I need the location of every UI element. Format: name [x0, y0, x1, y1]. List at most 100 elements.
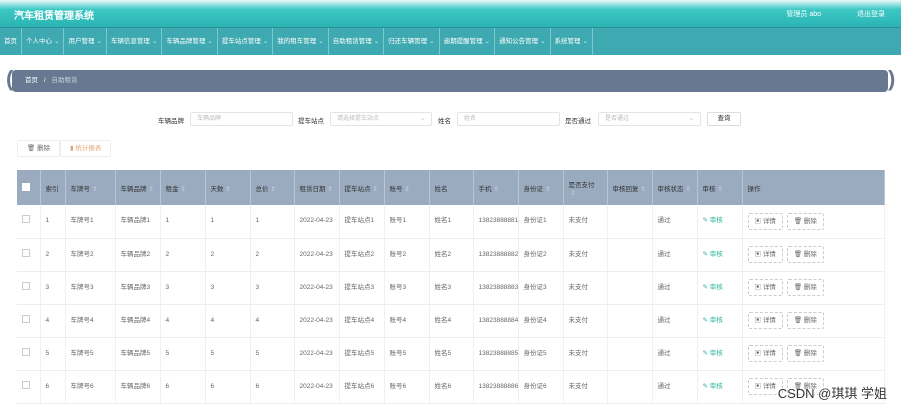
- select-all-checkbox[interactable]: [22, 182, 30, 191]
- logout-link[interactable]: 退出登录: [857, 9, 885, 19]
- row-checkbox[interactable]: [22, 380, 30, 389]
- trash-icon: 🗑: [793, 251, 803, 258]
- sort-icon[interactable]: ⇕: [718, 186, 723, 193]
- document-icon: ▣: [754, 317, 762, 324]
- nav-item[interactable]: 提车站点管理 ⌄: [218, 28, 274, 55]
- audit-link[interactable]: ✎ 审核: [703, 284, 723, 291]
- audit-link[interactable]: ✎ 审核: [703, 383, 723, 390]
- delete-button[interactable]: 🗑 删除: [786, 312, 824, 329]
- column-header[interactable]: 审核状态 ⇕: [652, 170, 698, 205]
- sort-icon[interactable]: ⇕: [226, 186, 231, 193]
- column-header[interactable]: 车牌号 ⇕: [65, 170, 116, 205]
- column-header[interactable]: 身份证 ⇕: [518, 170, 564, 205]
- nav-item[interactable]: 逾期提醒管理 ⌄: [440, 28, 496, 55]
- table-cell: 车牌号5: [65, 337, 116, 371]
- edit-icon: ✎: [702, 382, 708, 390]
- table-cell: 身份证2: [518, 238, 564, 272]
- detail-button[interactable]: ▣ 详情: [747, 246, 783, 263]
- delete-button[interactable]: 🗑 删除: [786, 246, 824, 263]
- main-nav: 首页 个人中心 ⌄ 用户管理 ⌄ 车辆信息管理 ⌄ 车辆品牌管理 ⌄ 提车站点管理 ⌄ 我的租车管理 ⌄…: [0, 27, 901, 55]
- sort-icon[interactable]: ⇕: [405, 186, 410, 193]
- name-input[interactable]: 姓名: [457, 112, 560, 126]
- sort-icon[interactable]: ⇕: [149, 186, 154, 193]
- audit-link[interactable]: ✎ 审核: [703, 350, 723, 357]
- delete-button[interactable]: 🗑 删除: [786, 212, 824, 230]
- station-select[interactable]: 请选择提车站点 ⌄: [330, 112, 432, 126]
- pass-select[interactable]: 是否通过 ⌄: [598, 112, 701, 126]
- column-header[interactable]: 账号 ⇕: [384, 170, 430, 205]
- sort-icon[interactable]: ⇕: [181, 186, 186, 193]
- nav-item[interactable]: 自助租赁管理 ⌄: [329, 28, 385, 55]
- detail-button[interactable]: ▣ 详情: [747, 312, 783, 329]
- column-header[interactable]: 提车站点 ⇕: [339, 170, 385, 205]
- brand-input[interactable]: 车辆品牌: [190, 112, 293, 126]
- nav-item[interactable]: 个人中心 ⌄: [22, 28, 65, 55]
- breadcrumb-current: 自助租赁: [51, 77, 78, 84]
- chevron-down-icon: ⌄: [54, 38, 60, 45]
- nav-item[interactable]: 归还车辆管理 ⌄: [384, 28, 440, 55]
- sort-icon[interactable]: ⇕: [373, 186, 378, 193]
- audit-link[interactable]: ✎ 审核: [703, 251, 723, 258]
- column-header[interactable]: 车辆品牌 ⇕: [115, 170, 161, 205]
- table-row: 4 车牌号4 车辆品牌4 4 4 4 2022-04-23 提车站点4 账号4 姓名4 138238…: [17, 304, 885, 338]
- nav-label: 提车站点管理: [221, 38, 261, 45]
- column-header[interactable]: 审核回复 ⇕: [607, 170, 653, 205]
- table-row: 1 车牌号1 车辆品牌1 1 1 1 2022-04-23 提车站点1 账号1 姓名1 138238…: [17, 205, 885, 239]
- nav-item[interactable]: 通知公告管理 ⌄: [495, 28, 551, 55]
- sort-icon[interactable]: ⇕: [571, 190, 576, 197]
- station-label: 提车站点: [298, 118, 324, 125]
- table-cell: 通过: [652, 370, 698, 404]
- column-header[interactable]: 租金 ⇕: [160, 170, 206, 205]
- column-header[interactable]: 手机 ⇕: [473, 170, 519, 205]
- row-checkbox[interactable]: [22, 314, 30, 323]
- column-header[interactable]: 审核 ⇕: [697, 170, 743, 205]
- table-cell: [607, 337, 653, 371]
- audit-link[interactable]: ✎ 审核: [703, 217, 723, 224]
- table-cell: 5: [250, 337, 295, 371]
- sort-icon[interactable]: ⇕: [328, 186, 333, 193]
- delete-button[interactable]: 🗑 删除: [786, 345, 824, 362]
- nav-item[interactable]: 用户管理 ⌄: [64, 28, 107, 55]
- nav-item[interactable]: 首页: [0, 28, 22, 55]
- sort-icon[interactable]: ⇕: [92, 186, 97, 193]
- audit-cell: ✎ 审核: [697, 370, 743, 404]
- nav-item[interactable]: 车辆品牌管理 ⌄: [162, 28, 218, 55]
- detail-label: 详情: [762, 217, 776, 225]
- detail-button[interactable]: ▣ 详情: [747, 212, 783, 230]
- select-all-header: [17, 170, 41, 205]
- app-title: 汽车租赁管理系统: [14, 11, 94, 22]
- delete-button[interactable]: 🗑 删除: [786, 279, 824, 296]
- table-cell: 车牌号4: [65, 304, 116, 338]
- row-checkbox[interactable]: [22, 281, 30, 290]
- header-label: 审核状态: [657, 185, 684, 193]
- row-select: [17, 271, 41, 305]
- row-checkbox[interactable]: [22, 248, 30, 257]
- sort-icon[interactable]: ⇕: [686, 186, 691, 193]
- nav-item[interactable]: 系统管理 ⌄: [551, 28, 593, 55]
- column-header[interactable]: 天数 ⇕: [205, 170, 251, 205]
- breadcrumb-home[interactable]: 首页: [25, 77, 38, 84]
- edit-icon: ✎: [702, 349, 708, 357]
- row-checkbox[interactable]: [22, 215, 30, 224]
- query-button[interactable]: 查询: [707, 112, 741, 126]
- nav-item[interactable]: 我的租车管理 ⌄: [273, 28, 329, 55]
- table-cell: 账号1: [384, 205, 430, 239]
- sort-icon[interactable]: ⇕: [494, 186, 499, 193]
- sort-icon[interactable]: ⇕: [271, 186, 276, 193]
- detail-button[interactable]: ▣ 详情: [747, 279, 783, 296]
- column-header[interactable]: 租赁日期 ⇕: [294, 170, 340, 205]
- audit-link[interactable]: ✎ 审核: [703, 317, 723, 324]
- detail-button[interactable]: ▣ 详情: [747, 345, 783, 362]
- row-checkbox[interactable]: [22, 347, 30, 356]
- sort-icon[interactable]: ⇕: [641, 186, 646, 193]
- delete-label: 删除: [803, 217, 817, 225]
- table-cell: 车辆品牌6: [115, 370, 161, 404]
- nav-item[interactable]: 车辆信息管理 ⌄: [107, 28, 163, 55]
- sort-icon[interactable]: ⇕: [545, 186, 550, 193]
- report-button[interactable]: ▮ 统计报表: [60, 140, 112, 157]
- column-header[interactable]: 是否支付⇕: [563, 170, 608, 205]
- batch-delete-button[interactable]: 🗑 删除: [17, 140, 61, 157]
- column-header[interactable]: 总价 ⇕: [250, 170, 295, 205]
- chevron-down-icon: ⌄: [373, 38, 380, 45]
- table-cell: 13823888886: [473, 370, 519, 404]
